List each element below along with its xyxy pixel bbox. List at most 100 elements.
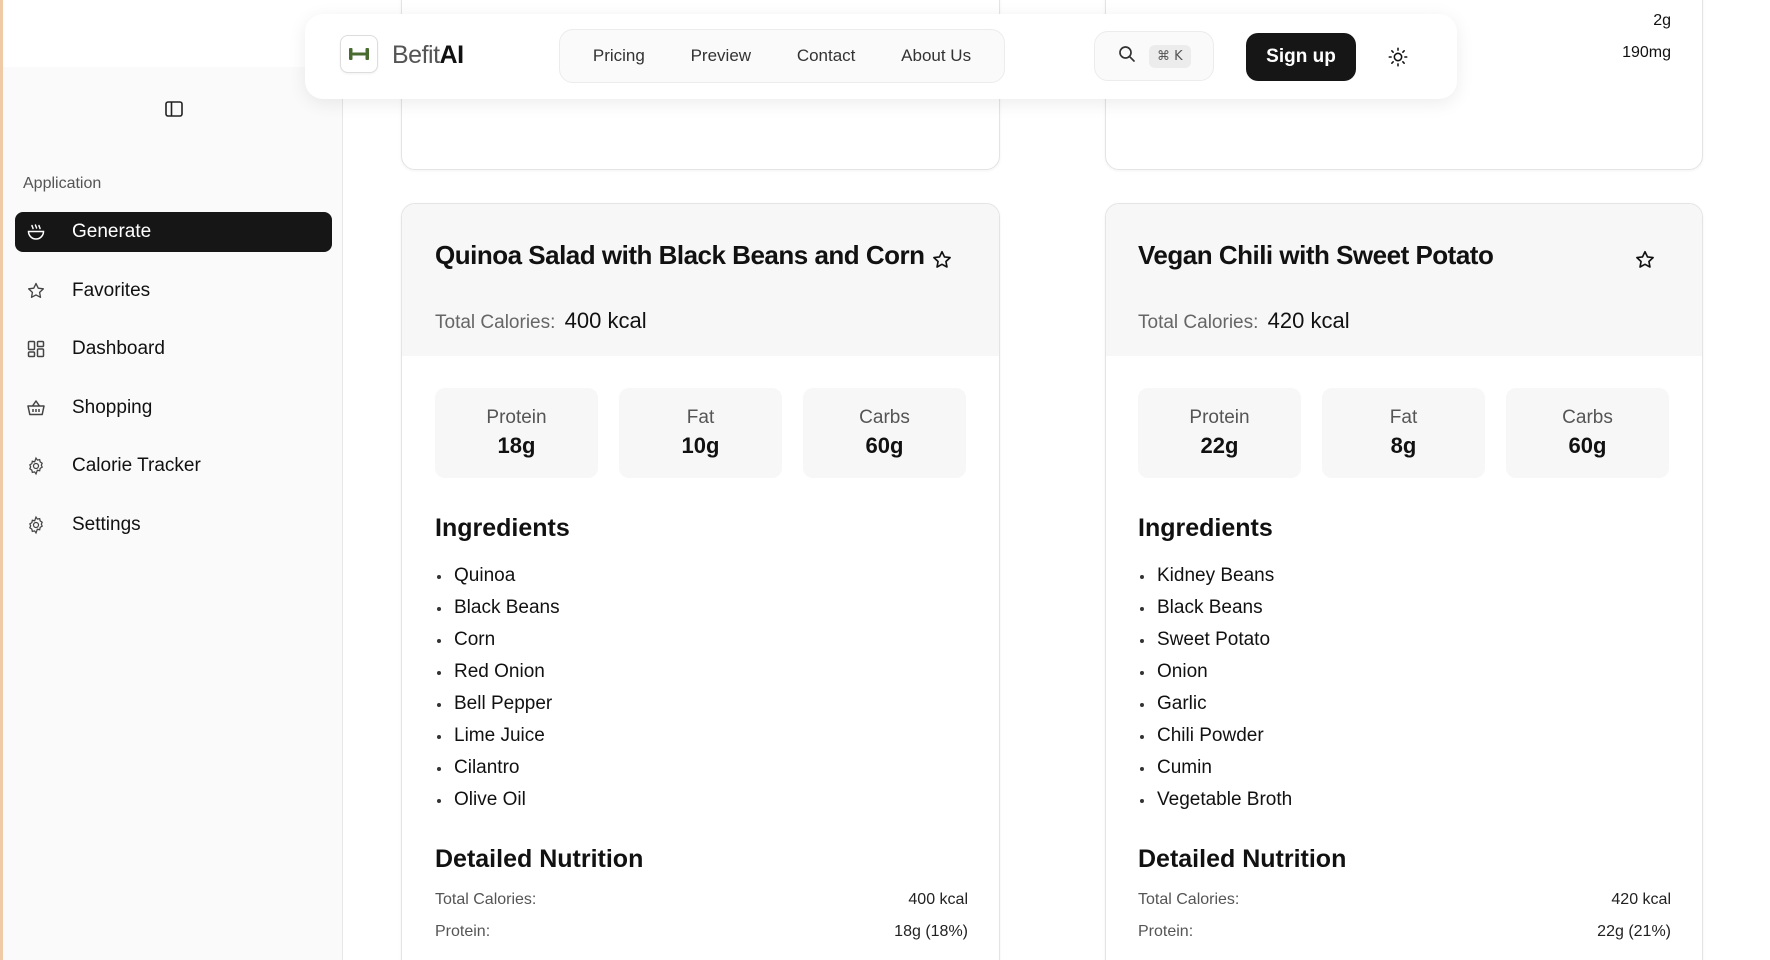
nutrition-row: Protein: 18g (18%) [435,923,968,941]
sidebar-item-dashboard[interactable]: Dashboard [15,329,332,369]
ingredients-heading: Ingredients [1138,514,1273,542]
dumbbell-logo-icon[interactable] [340,35,378,73]
list-item: Lime Juice [435,720,560,752]
list-item: Corn [435,624,560,656]
favorite-star-icon[interactable] [929,247,955,273]
brand-name-part: Befit [392,41,440,69]
nutrition-label: Total Calories: [435,891,537,908]
total-calories-value: 420 kcal [1267,308,1350,333]
macro-value: 60g [865,433,904,458]
list-item: Kidney Beans [1138,560,1292,592]
sidebar-item-label: Shopping [72,396,153,418]
sidebar-item-label: Generate [72,221,152,242]
nutrition-heading: Detailed Nutrition [435,845,644,873]
ingredient-list: Kidney Beans Black Beans Sweet Potato On… [1138,560,1292,816]
total-calories: Total Calories: 420 kcal [1138,308,1350,334]
brand-name-part: AI [439,41,465,69]
sidebar-item-label: Dashboard [72,338,165,360]
sidebar-item-label: Settings [72,513,141,535]
macro-name: Fat [686,407,715,428]
recipe-title: Quinoa Salad with Black Beans and Corn [435,240,925,270]
sidebar-item-label: Favorites [72,279,151,301]
recipe-card-header: Vegan Chili with Sweet Potato Total Calo… [1106,204,1702,356]
list-item: Garlic [1138,688,1292,720]
sun-icon[interactable] [1385,44,1411,70]
macro-carbs: Carbs 60g [803,388,966,478]
sidebar: Application Generate Favorites Dashboard… [3,0,343,960]
nutrition-value: 18g (18%) [894,923,968,940]
search-shortcut: ⌘ K [1149,44,1191,68]
gear-icon [25,455,47,477]
top-navbar: BefitAI Pricing Preview Contact About Us… [305,14,1457,99]
macro-protein: Protein 22g [1138,388,1301,478]
nav-link-preview[interactable]: Preview [683,40,759,72]
nutrition-label: Protein: [435,923,491,940]
list-item: Black Beans [1138,592,1292,624]
macro-value: 60g [1568,433,1607,458]
total-calories: Total Calories: 400 kcal [435,308,647,334]
nutrition-row: Total Calories: 400 kcal [435,891,968,909]
macro-value: 8g [1390,433,1417,458]
nutrition-value: 2g [1653,12,1671,29]
ingredient-list: Quinoa Black Beans Corn Red Onion Bell P… [435,560,560,816]
sidebar-item-favorites[interactable]: Favorites [15,271,332,311]
macro-protein: Protein 18g [435,388,598,478]
total-calories-label: Total Calories: [435,312,556,333]
nutrition-row: Total Calories: 420 kcal [1138,891,1671,909]
recipe-card: Quinoa Salad with Black Beans and Corn T… [401,203,1000,960]
sign-up-button[interactable]: Sign up [1246,33,1356,81]
nav-link-contact[interactable]: Contact [789,40,864,72]
recipe-card: Vegan Chili with Sweet Potato Total Calo… [1105,203,1703,960]
sidebar-top-area [3,0,343,67]
list-item: Cumin [1138,752,1292,784]
basket-icon [25,397,47,419]
sidebar-toggle-icon[interactable] [163,98,185,120]
total-calories-value: 400 kcal [564,308,647,333]
macro-name: Carbs [1562,407,1613,428]
macro-value: 22g [1200,433,1239,458]
recipe-title: Vegan Chili with Sweet Potato [1138,240,1494,270]
nutrition-value: 22g (21%) [1597,923,1671,940]
nutrition-row: Protein: 22g (21%) [1138,923,1671,941]
search-icon [1117,44,1137,69]
sidebar-nav: Generate Favorites Dashboard Shopping Ca… [15,212,332,564]
list-item: Onion [1138,656,1292,688]
recipe-card-header: Quinoa Salad with Black Beans and Corn T… [402,204,999,356]
nutrition-value: 420 kcal [1611,891,1671,908]
macro-carbs: Carbs 60g [1506,388,1669,478]
nav-link-pricing[interactable]: Pricing [585,40,653,72]
macro-fat: Fat 10g [619,388,782,478]
macro-summary: Protein 18g Fat 10g Carbs 60g [435,388,966,478]
macro-name: Carbs [859,407,910,428]
list-item: Black Beans [435,592,560,624]
bowl-icon [25,221,47,243]
gear-icon [25,514,47,536]
list-item: Olive Oil [435,784,560,816]
macro-name: Fat [1389,407,1418,428]
list-item: Vegetable Broth [1138,784,1292,816]
list-item: Sweet Potato [1138,624,1292,656]
list-item: Chili Powder [1138,720,1292,752]
favorite-star-icon[interactable] [1632,247,1658,273]
macro-summary: Protein 22g Fat 8g Carbs 60g [1138,388,1669,478]
dashboard-icon [25,338,47,360]
brand-name[interactable]: BefitAI [392,41,464,70]
list-item: Red Onion [435,656,560,688]
sidebar-item-settings[interactable]: Settings [15,505,332,545]
macro-name: Protein [1189,407,1250,428]
nutrition-label: Total Calories: [1138,891,1240,908]
nutrition-value: 400 kcal [908,891,968,908]
sidebar-item-shopping[interactable]: Shopping [15,388,332,428]
list-item: Quinoa [435,560,560,592]
main-content: 2g 190mg Quinoa Salad with Black Beans a… [344,0,1770,960]
sidebar-section-label: Application [23,175,102,192]
macro-fat: Fat 8g [1322,388,1485,478]
nav-link-about-us[interactable]: About Us [893,40,979,72]
star-icon [25,280,47,302]
sidebar-item-generate[interactable]: Generate [15,212,332,252]
nutrition-heading: Detailed Nutrition [1138,845,1347,873]
macro-value: 18g [497,433,536,458]
main-nav: Pricing Preview Contact About Us [559,29,1005,83]
sidebar-item-calorie-tracker[interactable]: Calorie Tracker [15,446,332,486]
search-button[interactable]: ⌘ K [1094,31,1214,81]
